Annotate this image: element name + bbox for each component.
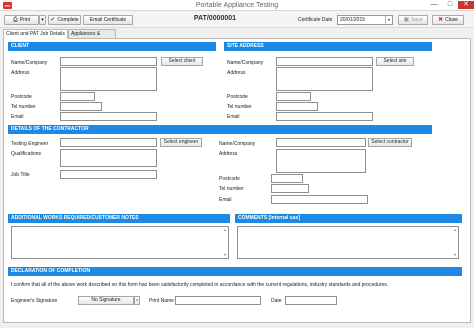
- declaration-text: I confirm that all of the above work des…: [11, 282, 389, 288]
- pat-number: PAT/0000001: [193, 15, 237, 22]
- print-dropdown-button[interactable]: ▾: [39, 15, 46, 25]
- check-icon: ✔: [50, 17, 56, 23]
- close-button[interactable]: ✖ Close: [432, 15, 464, 25]
- close-button-label: Close: [445, 17, 458, 23]
- email-certificate-button[interactable]: Email Certificate: [83, 15, 133, 25]
- signature-select-value: No Signature: [91, 297, 121, 303]
- scroll-down-icon[interactable]: ▼: [452, 252, 458, 258]
- declaration-date-input[interactable]: [285, 296, 337, 305]
- email-certificate-label: Email Certificate: [89, 17, 127, 23]
- additional-works-section-header: ADDITIONAL WORKS REQUIRED/CUSTOMER NOTES: [8, 214, 230, 223]
- contractor-email-input[interactable]: [271, 195, 368, 204]
- chevron-down-icon[interactable]: ▾: [134, 296, 140, 305]
- contractor-email-label: Email: [219, 197, 232, 203]
- chevron-down-icon: ▾: [41, 17, 44, 23]
- certificate-date-input[interactable]: 20/01/2015 ▾: [337, 15, 393, 25]
- client-section-header: CLIENT: [8, 42, 216, 51]
- contractor-postcode-input[interactable]: [271, 174, 303, 183]
- contractor-address-label: Address: [219, 151, 238, 157]
- testing-engineer-label: Testing Engineer: [11, 141, 49, 147]
- tab-client-and-pat-job-details[interactable]: Client and PAT Job Details: [3, 29, 68, 39]
- select-engineer-button[interactable]: Select engineer: [160, 138, 202, 147]
- minimize-button[interactable]: —: [426, 1, 442, 9]
- site-address-textarea[interactable]: [276, 67, 373, 91]
- site-email-label: Email: [227, 114, 240, 120]
- client-postcode-label: Postcode: [11, 94, 32, 100]
- site-email-input[interactable]: [276, 112, 373, 121]
- scroll-up-icon[interactable]: ▲: [452, 227, 458, 233]
- print-name-label: Print Name: [149, 298, 175, 304]
- contractor-name-label: Name/Company: [219, 141, 256, 147]
- contractor-tel-label: Tel number: [219, 186, 244, 192]
- site-tel-input[interactable]: [276, 102, 318, 111]
- job-title-input[interactable]: [60, 170, 157, 179]
- site-name-label: Name/Company: [227, 60, 264, 66]
- save-button[interactable]: ▣ Save: [398, 15, 428, 25]
- signature-select[interactable]: No Signature: [78, 296, 134, 305]
- window-title: Portable Appliance Testing: [195, 2, 279, 9]
- chevron-down-icon[interactable]: ▾: [385, 16, 392, 24]
- site-address-label: Address: [227, 70, 246, 76]
- contractor-postcode-label: Postcode: [219, 176, 240, 182]
- save-icon: ▣: [403, 17, 410, 23]
- client-name-label: Name/Company: [11, 60, 48, 66]
- client-tel-label: Tel number: [11, 104, 36, 110]
- print-button-label: Print: [19, 17, 31, 23]
- client-email-input[interactable]: [60, 112, 157, 121]
- engineer-signature-label: Engineer's Signature: [11, 298, 58, 304]
- print-button[interactable]: ⎙ Print: [4, 15, 39, 25]
- site-postcode-input[interactable]: [276, 92, 311, 101]
- select-site-button[interactable]: Select site: [376, 57, 414, 66]
- certificate-date-label: Certificate Date: [298, 17, 333, 23]
- site-name-input[interactable]: [276, 57, 373, 66]
- job-title-label: Job Title: [11, 172, 30, 178]
- client-postcode-input[interactable]: [60, 92, 95, 101]
- printer-icon: ⎙: [12, 17, 18, 23]
- site-section-header: SITE ADDRESS: [224, 42, 432, 51]
- contractor-address-textarea[interactable]: [276, 149, 366, 173]
- client-name-input[interactable]: [60, 57, 157, 66]
- print-name-input[interactable]: [175, 296, 261, 305]
- qualifications-label: Qualifications: [11, 151, 42, 157]
- contractor-name-input[interactable]: [276, 138, 366, 147]
- scroll-up-icon[interactable]: ▲: [222, 227, 228, 233]
- complete-button-label: Complete: [57, 17, 79, 23]
- qualifications-textarea[interactable]: [60, 149, 157, 167]
- scroll-down-icon[interactable]: ▼: [222, 252, 228, 258]
- complete-button[interactable]: ✔ Complete: [48, 15, 81, 25]
- site-postcode-label: Postcode: [227, 94, 248, 100]
- window-close-button[interactable]: ✕: [458, 1, 474, 9]
- select-contractor-button[interactable]: Select contractor: [368, 138, 412, 147]
- declaration-date-label: Date: [271, 298, 282, 304]
- comments-textarea[interactable]: ▲ ▼: [237, 226, 459, 259]
- contractor-section-header: DETAILS OF THE CONTRACTOR: [8, 125, 432, 134]
- client-email-label: Email: [11, 114, 24, 120]
- comments-section-header: COMMENTS [Internal use]: [235, 214, 462, 223]
- certificate-date-value: 20/01/2015: [340, 17, 366, 23]
- select-client-button[interactable]: Select client: [161, 57, 203, 66]
- maximize-button[interactable]: □: [442, 1, 458, 9]
- additional-works-textarea[interactable]: ▲ ▼: [11, 226, 229, 259]
- tab-appliances-and-tests[interactable]: Appliances & Tests: [68, 29, 116, 45]
- declaration-section-header: DECLARATION OF COMPLETION: [8, 267, 462, 276]
- client-tel-input[interactable]: [60, 102, 102, 111]
- save-button-label: Save: [411, 17, 423, 23]
- site-tel-label: Tel number: [227, 104, 252, 110]
- testing-engineer-input[interactable]: [60, 138, 157, 147]
- close-icon: ✖: [438, 17, 444, 23]
- client-address-textarea[interactable]: [60, 67, 157, 91]
- client-address-label: Address: [11, 70, 30, 76]
- contractor-tel-input[interactable]: [271, 184, 309, 193]
